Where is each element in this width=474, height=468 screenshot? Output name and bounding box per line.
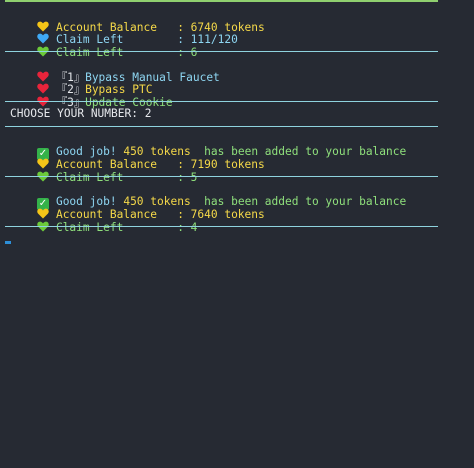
divider	[5, 51, 438, 52]
claim-left-line: Claim Left : 5	[10, 158, 197, 183]
top-divider	[5, 0, 438, 2]
number-prompt[interactable]: CHOOSE YOUR NUMBER: 2	[10, 107, 151, 121]
terminal-cursor[interactable]	[5, 241, 11, 244]
account-balance-line: Account Balance : 7190 tokens	[10, 146, 265, 171]
divider	[5, 226, 438, 227]
claim-left-text: Claim Left : 5	[55, 170, 198, 184]
success-message: ✓ Good job! 450 tokens has been added to …	[10, 133, 406, 160]
claim-left-line: Claim Left : 4	[10, 208, 197, 233]
divider	[5, 101, 438, 102]
menu-item-1[interactable]: 『1』Bypass Manual Faucet	[10, 58, 220, 83]
divider	[5, 176, 438, 177]
divider	[5, 126, 438, 127]
success-message: ✓ Good job! 450 tokens has been added to …	[10, 183, 406, 210]
claim-left-text-2: Claim Left : 6	[55, 45, 198, 59]
claim-left-text: Claim Left : 4	[55, 220, 198, 234]
claim-left-line-2: Claim Left : 6	[10, 33, 197, 58]
claim-left-line: Claim Left : 111/120	[10, 21, 238, 46]
menu-item-3[interactable]: 『3』Update Cookie	[10, 83, 173, 108]
account-balance-line: Account Balance : 7640 tokens	[10, 196, 265, 221]
menu-item-2[interactable]: 『2』Bypass PTC	[10, 71, 152, 96]
account-balance-line: Account Balance : 6740 tokens	[10, 8, 265, 33]
terminal-window[interactable]: Account Balance : 6740 tokens Claim Left…	[0, 0, 474, 468]
